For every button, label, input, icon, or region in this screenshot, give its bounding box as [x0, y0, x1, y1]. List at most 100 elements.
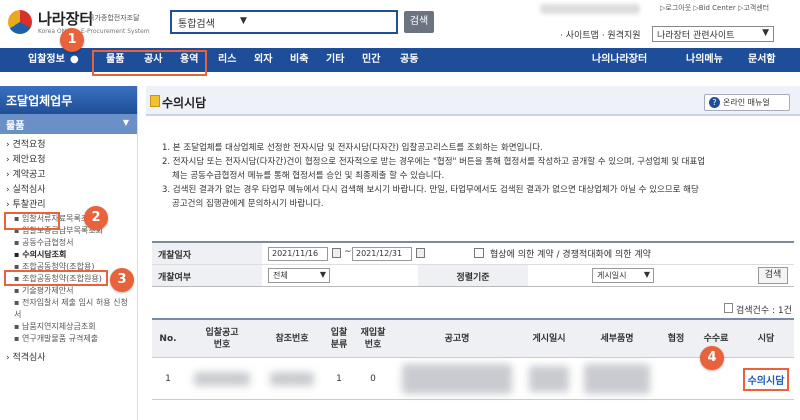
cell-reference-number — [260, 358, 324, 400]
col-bid-type: 입찰 분류 — [330, 328, 348, 350]
note-line: 2. 전자시담 또는 전자시담(다자간)건이 협정으로 전자적으로 받는 경우에… — [162, 157, 706, 167]
utility-link-group[interactable]: ▷로그아웃 ▷Bid Center ▷고객센터 — [660, 3, 769, 13]
search-button[interactable]: 검색 — [404, 11, 434, 33]
logo-icon — [8, 10, 32, 34]
filter-row-date: 개찰일자 2021/11/16 ~ 2021/12/31 협상에 의한 계약 /… — [152, 243, 794, 265]
sidebar-item-bid-management[interactable]: › 투찰관리 — [0, 198, 137, 213]
nav-item-lease[interactable]: 리스 — [218, 48, 236, 72]
date-label: 개찰일자 — [152, 243, 262, 264]
date-to-input[interactable]: 2021/12/31 — [352, 247, 412, 261]
note-line: 체는 공동수급협정서 메뉴를 통해 협정서를 승인 및 최종제출 할 수 있습니… — [172, 171, 445, 181]
status-select[interactable]: 전체 ▼ — [268, 268, 330, 283]
col-negotiation: 시담 — [757, 334, 775, 344]
cell-negotiation: 수의시담 — [738, 358, 794, 400]
note-line: 3. 검색된 결과가 없는 경우 타업무 메뉴에서 다시 검색해 보시기 바랍니… — [162, 185, 699, 195]
logo[interactable]: 나라장터 국가종합전자조달 Korea ON-line E-Procuremen… — [8, 8, 168, 38]
annotation-badge-2: 2 — [84, 206, 108, 230]
sidebar-subitem[interactable]: ▪ 납품지연지체상금조회 — [0, 321, 137, 333]
nav-item-bid-info[interactable]: 입찰정보 — [28, 48, 65, 72]
nav-item-joint[interactable]: 공동 — [400, 48, 418, 72]
logo-subtitle: 국가종합전자조달 — [88, 14, 140, 22]
sidebar-item-contract-notice[interactable]: › 계약공고 — [0, 168, 137, 183]
sort-label: 정렬기준 — [418, 265, 528, 286]
nav-item-documents[interactable]: 문서함 — [748, 48, 776, 72]
sidebar-item-qualification[interactable]: › 적격심사 — [0, 351, 137, 366]
calendar-icon[interactable] — [416, 248, 425, 258]
chevron-down-icon: ▼ — [240, 16, 247, 26]
page: 나라장터 국가종합전자조달 Korea ON-line E-Procuremen… — [0, 0, 800, 420]
sidebar-category[interactable]: 물품 ▼ — [0, 114, 137, 134]
result-count: 검색건수 : 1건 — [724, 303, 792, 316]
sidebar-item-proposal-request[interactable]: › 제안요청 — [0, 153, 137, 168]
col-reference-number: 참조번호 — [275, 334, 309, 344]
sidebar-subitem-private-negotiation[interactable]: ▪ 수의시담조회 — [0, 249, 137, 261]
sidebar-item-quote-request[interactable]: › 견적요청 — [0, 138, 137, 153]
col-item-name: 세부품명 — [600, 334, 634, 344]
nav-item-private[interactable]: 민간 — [362, 48, 380, 72]
chevron-down-icon: ▼ — [319, 270, 326, 279]
sitemap-remote-links[interactable]: · 사이트맵 · 원격지원 — [560, 31, 641, 41]
private-negotiation-link[interactable]: 수의시담 — [742, 367, 790, 391]
col-posted-date: 게시일시 — [532, 334, 566, 344]
sidebar-subitem[interactable]: ▪ 연구개발물품 규격제출 — [0, 333, 137, 345]
private-negotiation-highlight — [4, 270, 108, 286]
filter-row-status: 개찰여부 전체 ▼ 정렬기준 게시일시 ▼ 검색 — [152, 265, 794, 287]
status-select-value: 전체 — [273, 271, 288, 280]
user-info-blurred — [540, 4, 640, 14]
col-no: No. — [159, 334, 177, 344]
cell-agreement — [658, 358, 694, 400]
cell-notice-number[interactable] — [184, 358, 260, 400]
online-manual-button[interactable]: ? 온라인 매뉴얼 — [704, 94, 790, 111]
search-scope-select[interactable]: 통합검색 ▼ — [170, 10, 398, 34]
annotation-badge-1: 1 — [60, 28, 84, 52]
col-agreement: 협정 — [667, 334, 685, 344]
date-from-input[interactable]: 2021/11/16 — [268, 247, 328, 261]
instructions: 1. 본 조달업체를 대상업체로 선정한 전자시담 및 전자시담(다자간) 입찰… — [162, 142, 792, 212]
nav-item-other[interactable]: 기타 — [326, 48, 344, 72]
annotation-badge-3: 3 — [110, 268, 134, 292]
nav-item-stockpile[interactable]: 비축 — [290, 48, 308, 72]
document-icon — [724, 303, 733, 313]
note-line: 1. 본 조달업체를 대상업체로 선정한 전자시담 및 전자시담(다자간) 입찰… — [162, 143, 543, 153]
main-content: 수의시담 ? 온라인 매뉴얼 1. 본 조달업체를 대상업체로 선정한 전자시담… — [146, 86, 800, 420]
cell-rebid-number: 0 — [370, 374, 376, 384]
filter-search-button[interactable]: 검색 — [758, 267, 788, 284]
table-row: 1 1 0 수의시담 — [152, 358, 794, 400]
search-scope-value: 통합검색 — [178, 19, 215, 30]
col-notice-name: 공고명 — [444, 334, 470, 344]
sidebar-category-label: 물품 — [6, 121, 25, 132]
chevron-down-icon: ▼ — [122, 118, 129, 127]
sort-select[interactable]: 게시일시 ▼ — [592, 268, 654, 283]
page-title: 수의시담 — [162, 96, 207, 110]
sidebar-subitem[interactable]: ▪ 전자입찰서 제출 임시 허용 신청서 — [0, 297, 137, 321]
related-sites-value: 나라장터 관련사이트 — [657, 31, 735, 41]
nav-item-my-narajangteo[interactable]: 나의나라장터 — [592, 48, 647, 72]
bid-management-highlight — [4, 212, 60, 230]
related-sites-select[interactable]: 나라장터 관련사이트 ▼ — [652, 26, 774, 42]
sort-select-value: 게시일시 — [597, 271, 627, 280]
negotiation-contract-checkbox[interactable] — [474, 248, 484, 258]
search-filter: 개찰일자 2021/11/16 ~ 2021/12/31 협상에 의한 계약 /… — [152, 241, 794, 289]
chevron-down-icon: ▼ — [643, 270, 650, 279]
result-count-text: 검색건수 : 1건 — [736, 306, 792, 316]
sidebar-item-performance-review[interactable]: › 실적심사 — [0, 183, 137, 198]
nav-item-foreign[interactable]: 외자 — [254, 48, 272, 72]
utility-row: · 사이트맵 · 원격지원 나라장터 관련사이트 ▼ — [560, 26, 795, 44]
cell-notice-name[interactable] — [392, 358, 522, 400]
sidebar-subitem[interactable]: ▪ 공동수급협정서 — [0, 237, 137, 249]
col-notice-number: 입찰공고 번호 — [205, 328, 239, 350]
cell-item-name — [576, 358, 658, 400]
utility-links: ▷로그아웃 ▷Bid Center ▷고객센터 — [540, 2, 795, 16]
logo-english: Korea ON-line E-Procurement System — [38, 28, 150, 35]
status-label: 개찰여부 — [152, 265, 262, 286]
annotation-badge-4: 4 — [700, 346, 724, 370]
sidebar-title: 조달업체업무 — [0, 86, 137, 114]
nav-highlight-box — [92, 50, 207, 76]
note-line: 공고건의 집행관에게 문의하시기 바랍니다. — [172, 199, 324, 209]
calendar-icon[interactable] — [332, 248, 341, 258]
main-header: 수의시담 ? 온라인 매뉴얼 — [146, 86, 800, 116]
cell-posted-date — [522, 358, 576, 400]
nav-item-my-menu[interactable]: 나의메뉴 — [686, 48, 723, 72]
results-table: No. 입찰공고 번호 참조번호 입찰 분류 재입찰 번호 공고명 게시일시 세… — [152, 318, 794, 400]
cell-no: 1 — [165, 374, 171, 384]
